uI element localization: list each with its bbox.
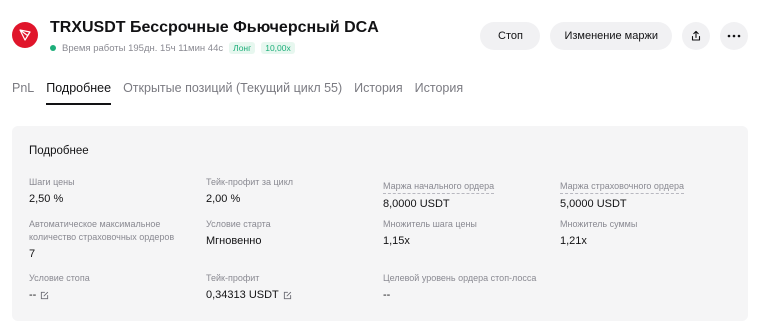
runtime-text: Время работы 195дн. 15ч 11мин 44с bbox=[62, 42, 224, 54]
edit-stop-condition-icon[interactable] bbox=[40, 291, 49, 300]
safety-margin-value: 5,0000 USDT bbox=[560, 198, 627, 210]
amount-multiplier-value: 1,21x bbox=[560, 235, 587, 247]
stop-loss-level-field: Целевой уровень ордера стоп-лосса -- bbox=[383, 272, 583, 301]
price-step-field: Шаги цены 2,50 % bbox=[29, 176, 199, 205]
step-multiplier-value: 1,15x bbox=[383, 235, 410, 247]
stop-loss-level-label: Целевой уровень ордера стоп-лосса bbox=[383, 273, 537, 283]
take-profit-value: 0,34313 USDT bbox=[206, 289, 279, 301]
share-icon bbox=[691, 30, 701, 41]
step-multiplier-field: Множитель шага цены 1,15x bbox=[383, 218, 553, 247]
take-profit-row: 0,34313 USDT bbox=[206, 289, 376, 301]
tab-history-2[interactable]: История bbox=[415, 81, 463, 105]
bot-header: TRXUSDT Бессрочные Фьючерсный DCA Время … bbox=[12, 16, 748, 60]
tab-details[interactable]: Подробнее bbox=[46, 81, 112, 105]
leverage-badge: 10,00x bbox=[261, 42, 295, 54]
tp-per-cycle-field: Тейк-профит за цикл 2,00 % bbox=[206, 176, 376, 205]
more-icon bbox=[727, 34, 741, 38]
tab-open-positions[interactable]: Открытые позиций (Текущий цикл 55) bbox=[123, 81, 342, 105]
edit-take-profit-icon[interactable] bbox=[283, 291, 292, 300]
start-condition-field: Условие старта Мгновенно bbox=[206, 218, 376, 247]
details-panel: Подробнее Шаги цены 2,50 % Тейк-профит з… bbox=[12, 126, 748, 321]
details-title: Подробнее bbox=[29, 145, 89, 157]
tab-history[interactable]: История bbox=[354, 81, 402, 105]
stop-condition-row: -- bbox=[29, 289, 199, 301]
safety-margin-field: Маржа страховочного ордера 5,0000 USDT bbox=[560, 176, 730, 210]
safety-margin-label[interactable]: Маржа страховочного ордера bbox=[560, 180, 684, 194]
page-title: TRXUSDT Бессрочные Фьючерсный DCA bbox=[50, 19, 379, 36]
tron-logo-icon bbox=[12, 22, 38, 48]
stop-button[interactable]: Стоп bbox=[480, 22, 541, 50]
stop-condition-label: Условие стопа bbox=[29, 273, 90, 283]
stop-loss-level-value: -- bbox=[383, 289, 391, 301]
tab-pnl[interactable]: PnL bbox=[12, 81, 34, 105]
header-actions: Стоп Изменение маржи bbox=[480, 22, 748, 50]
more-button[interactable] bbox=[720, 22, 748, 50]
tp-per-cycle-value: 2,00 % bbox=[206, 193, 241, 205]
side-badge: Лонг bbox=[229, 42, 256, 54]
auto-max-label-line1: Автоматическое максимальное bbox=[29, 219, 161, 229]
price-step-value: 2,50 % bbox=[29, 193, 64, 205]
auto-max-field: Автоматическое максимальное количество с… bbox=[29, 218, 199, 260]
auto-max-value: 7 bbox=[29, 248, 36, 260]
initial-margin-field: Маржа начального ордера 8,0000 USDT bbox=[383, 176, 553, 210]
status-dot-icon bbox=[50, 45, 56, 51]
change-margin-button[interactable]: Изменение маржи bbox=[550, 22, 672, 50]
bot-meta: Время работы 195дн. 15ч 11мин 44с Лонг 1… bbox=[50, 42, 295, 54]
stop-condition-value: -- bbox=[29, 289, 37, 301]
initial-margin-value: 8,0000 USDT bbox=[383, 198, 450, 210]
amount-multiplier-field: Множитель суммы 1,21x bbox=[560, 218, 730, 247]
step-multiplier-label: Множитель шага цены bbox=[383, 219, 477, 229]
take-profit-field: Тейк-профит 0,34313 USDT bbox=[206, 272, 376, 301]
auto-max-label-line2: количество страховочных ордеров bbox=[29, 232, 175, 242]
stop-condition-field: Условие стопа -- bbox=[29, 272, 199, 301]
start-condition-label: Условие старта bbox=[206, 219, 271, 229]
tab-bar: PnL Подробнее Открытые позиций (Текущий … bbox=[12, 81, 463, 105]
share-button[interactable] bbox=[682, 22, 710, 50]
take-profit-label: Тейк-профит bbox=[206, 273, 260, 283]
start-condition-value: Мгновенно bbox=[206, 235, 262, 247]
amount-multiplier-label: Множитель суммы bbox=[560, 219, 638, 229]
initial-margin-label[interactable]: Маржа начального ордера bbox=[383, 180, 495, 194]
tp-per-cycle-label: Тейк-профит за цикл bbox=[206, 177, 294, 187]
price-step-label: Шаги цены bbox=[29, 177, 75, 187]
